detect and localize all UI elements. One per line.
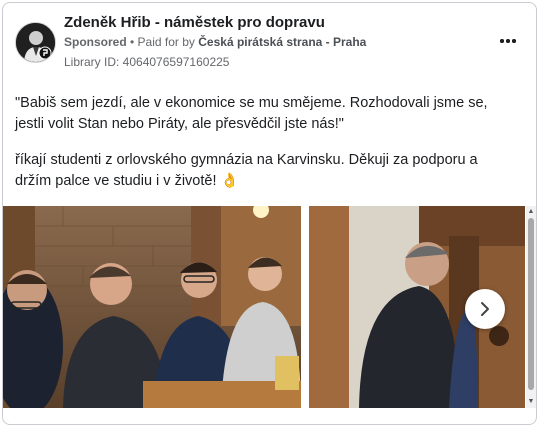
paid-for-prefix: • Paid for by <box>130 35 195 49</box>
scroll-down-icon[interactable]: ▼ <box>527 398 535 406</box>
carousel-image-1[interactable] <box>3 206 301 408</box>
scroll-up-icon[interactable]: ▲ <box>527 208 535 216</box>
library-id: Library ID: 4064076597160225 <box>64 55 230 69</box>
image-carousel[interactable]: ▲ ▼ <box>3 206 536 408</box>
sponsored-label: Sponsored <box>64 35 127 49</box>
sponsored-line: Sponsored • Paid for by Česká pirátská s… <box>64 35 366 49</box>
chevron-right-icon[interactable] <box>465 289 505 329</box>
post-text-quote: "Babiš sem jezdí, ale v ekonomice se mu … <box>15 95 488 132</box>
more-options-icon[interactable] <box>496 31 520 51</box>
payer-name[interactable]: Česká pirátská strana - Praha <box>198 35 366 49</box>
author-name[interactable]: Zdeněk Hřib - náměstek pro dopravu <box>64 14 325 31</box>
carousel-scrollbar[interactable]: ▲ ▼ <box>526 206 536 408</box>
post-text-body: říkají studenti z orlovského gymnázia na… <box>15 152 478 189</box>
ad-post-card: Zdeněk Hřib - náměstek pro dopravu Spons… <box>2 2 537 425</box>
scroll-thumb[interactable] <box>528 218 534 390</box>
avatar[interactable] <box>15 22 56 63</box>
